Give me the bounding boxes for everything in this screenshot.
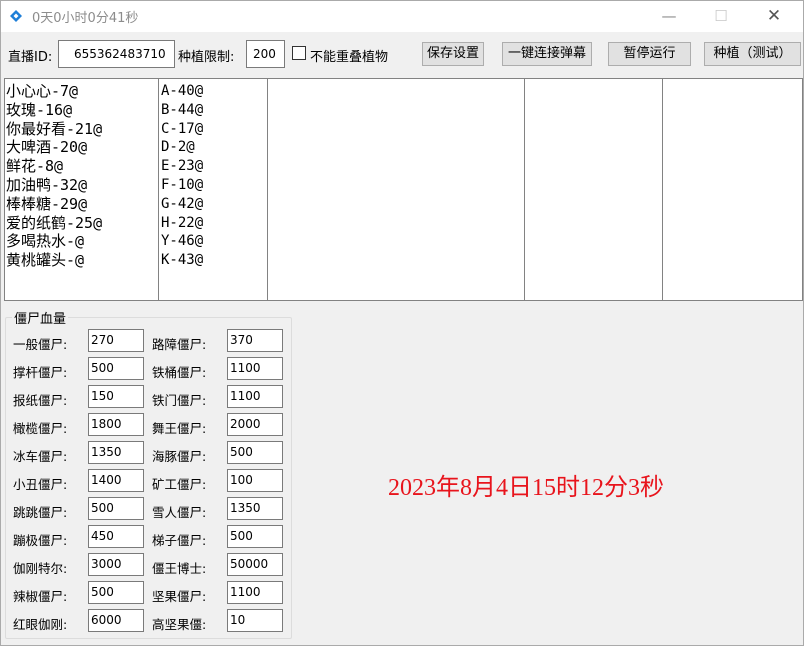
- zombie-hp-label: 铁门僵尸:: [152, 393, 207, 408]
- zombie-hp-input[interactable]: 1400: [88, 469, 144, 492]
- zombie-hp-input[interactable]: 370: [227, 329, 283, 352]
- key-list-item[interactable]: Y-46@: [159, 232, 267, 251]
- plant-test-button[interactable]: 种植（测试）: [704, 42, 801, 66]
- key-list-item[interactable]: B-44@: [159, 101, 267, 120]
- list-panel: 小心心-7@ 玫瑰-16@ 你最好看-21@ 大啤酒-20@ 鲜花-8@ 加油鸭-32@ 棒…: [4, 78, 803, 301]
- window-title: 0天0小时0分41秒: [32, 11, 139, 26]
- zombie-hp-label: 冰车僵尸:: [13, 449, 68, 464]
- zombie-hp-input[interactable]: 3000: [88, 553, 144, 576]
- zombie-hp-input[interactable]: 500: [227, 525, 283, 548]
- list-column-3[interactable]: [268, 79, 525, 300]
- zombie-hp-label: 铁桶僵尸:: [152, 365, 207, 380]
- zombie-hp-label: 一般僵尸:: [13, 337, 68, 352]
- zombie-hp-input[interactable]: 2000: [227, 413, 283, 436]
- toolbar: 直播ID: 655362483710 种植限制: 200 不能重叠植物 保存设置…: [1, 32, 803, 77]
- list-column-5[interactable]: [663, 79, 802, 300]
- zombie-hp-label: 坚果僵尸:: [152, 589, 207, 604]
- zombie-hp-input[interactable]: 100: [227, 469, 283, 492]
- zombie-hp-input[interactable]: 450: [88, 525, 144, 548]
- gift-list-item[interactable]: 小心心-7@: [5, 82, 158, 101]
- zombie-hp-input[interactable]: 6000: [88, 609, 144, 632]
- zombie-hp-input[interactable]: 1100: [227, 581, 283, 604]
- zombie-hp-input[interactable]: 1350: [227, 497, 283, 520]
- no-overlap-label[interactable]: 不能重叠植物: [310, 46, 388, 65]
- zombie-hp-label: 高坚果僵:: [152, 617, 207, 632]
- connect-danmaku-button[interactable]: 一键连接弹幕: [502, 42, 592, 66]
- live-id-input[interactable]: 655362483710: [58, 40, 175, 68]
- gift-list-item[interactable]: 大啤酒-20@: [5, 138, 158, 157]
- zombie-hp-label: 橄榄僵尸:: [13, 421, 68, 436]
- zombie-hp-input[interactable]: 270: [88, 329, 144, 352]
- plant-limit-label: 种植限制:: [178, 50, 235, 65]
- close-button[interactable]: ✕: [751, 1, 797, 32]
- plant-limit-input[interactable]: 200: [246, 40, 285, 68]
- zombie-hp-label: 梯子僵尸:: [152, 533, 207, 548]
- key-list-item[interactable]: G-42@: [159, 195, 267, 214]
- app-window: 0天0小时0分41秒 — ☐ ✕ 直播ID: 655362483710 种植限制…: [0, 0, 804, 646]
- zombie-hp-label: 撑杆僵尸:: [13, 365, 68, 380]
- zombie-hp-input[interactable]: 500: [88, 581, 144, 604]
- save-settings-button[interactable]: 保存设置: [422, 42, 484, 66]
- gift-list-item[interactable]: 黄桃罐头-@: [5, 251, 158, 270]
- title-bar[interactable]: 0天0小时0分41秒 — ☐ ✕: [1, 1, 803, 32]
- zombie-hp-label: 雪人僵尸:: [152, 505, 207, 520]
- zombie-hp-label: 舞王僵尸:: [152, 421, 207, 436]
- zombie-hp-label: 报纸僵尸:: [13, 393, 68, 408]
- key-list-item[interactable]: H-22@: [159, 214, 267, 233]
- zombie-hp-input[interactable]: 1800: [88, 413, 144, 436]
- zombie-hp-group-title: 僵尸血量: [12, 308, 69, 327]
- gift-list-item[interactable]: 你最好看-21@: [5, 120, 158, 139]
- zombie-hp-input[interactable]: 1100: [227, 385, 283, 408]
- zombie-hp-input[interactable]: 150: [88, 385, 144, 408]
- gift-list-item[interactable]: 棒棒糖-29@: [5, 195, 158, 214]
- zombie-hp-label: 路障僵尸:: [152, 337, 207, 352]
- key-list-item[interactable]: K-43@: [159, 251, 267, 270]
- gift-list[interactable]: 小心心-7@ 玫瑰-16@ 你最好看-21@ 大啤酒-20@ 鲜花-8@ 加油鸭-32@ 棒…: [5, 79, 159, 300]
- pause-button[interactable]: 暂停运行: [608, 42, 691, 66]
- zombie-hp-input[interactable]: 500: [88, 497, 144, 520]
- key-list-item[interactable]: E-23@: [159, 157, 267, 176]
- zombie-hp-label: 辣椒僵尸:: [13, 589, 68, 604]
- key-list-item[interactable]: C-17@: [159, 120, 267, 139]
- zombie-hp-input[interactable]: 1100: [227, 357, 283, 380]
- maximize-button[interactable]: ☐: [698, 1, 744, 32]
- no-overlap-checkbox[interactable]: [292, 46, 306, 60]
- zombie-hp-label: 跳跳僵尸:: [13, 505, 68, 520]
- zombie-hp-input[interactable]: 50000: [227, 553, 283, 576]
- zombie-hp-label: 伽刚特尔:: [13, 561, 68, 576]
- zombie-hp-label: 红眼伽刚:: [13, 617, 68, 632]
- datetime-display: 2023年8月4日15时12分3秒: [388, 475, 664, 501]
- gift-list-item[interactable]: 玫瑰-16@: [5, 101, 158, 120]
- key-list-item[interactable]: A-40@: [159, 82, 267, 101]
- zombie-hp-input[interactable]: 500: [227, 441, 283, 464]
- minimize-button[interactable]: —: [646, 1, 692, 32]
- zombie-hp-input[interactable]: 1350: [88, 441, 144, 464]
- zombie-hp-label: 僵王博士:: [152, 561, 207, 576]
- zombie-hp-input[interactable]: 10: [227, 609, 283, 632]
- gift-list-item[interactable]: 爱的纸鹤-25@: [5, 214, 158, 233]
- live-id-label: 直播ID:: [8, 50, 53, 65]
- key-list-item[interactable]: D-2@: [159, 138, 267, 157]
- zombie-hp-label: 海豚僵尸:: [152, 449, 207, 464]
- zombie-hp-label: 矿工僵尸:: [152, 477, 207, 492]
- key-list-item[interactable]: F-10@: [159, 176, 267, 195]
- gift-list-item[interactable]: 加油鸭-32@: [5, 176, 158, 195]
- gift-list-item[interactable]: 多喝热水-@: [5, 232, 158, 251]
- list-column-4[interactable]: [525, 79, 663, 300]
- zombie-hp-label: 蹦极僵尸:: [13, 533, 68, 548]
- gift-list-item[interactable]: 鲜花-8@: [5, 157, 158, 176]
- key-list[interactable]: A-40@ B-44@ C-17@ D-2@ E-23@ F-10@ G-42@ H-22@ Y…: [159, 79, 268, 300]
- zombie-hp-input[interactable]: 500: [88, 357, 144, 380]
- diamond-app-icon: [10, 10, 22, 22]
- zombie-hp-label: 小丑僵尸:: [13, 477, 68, 492]
